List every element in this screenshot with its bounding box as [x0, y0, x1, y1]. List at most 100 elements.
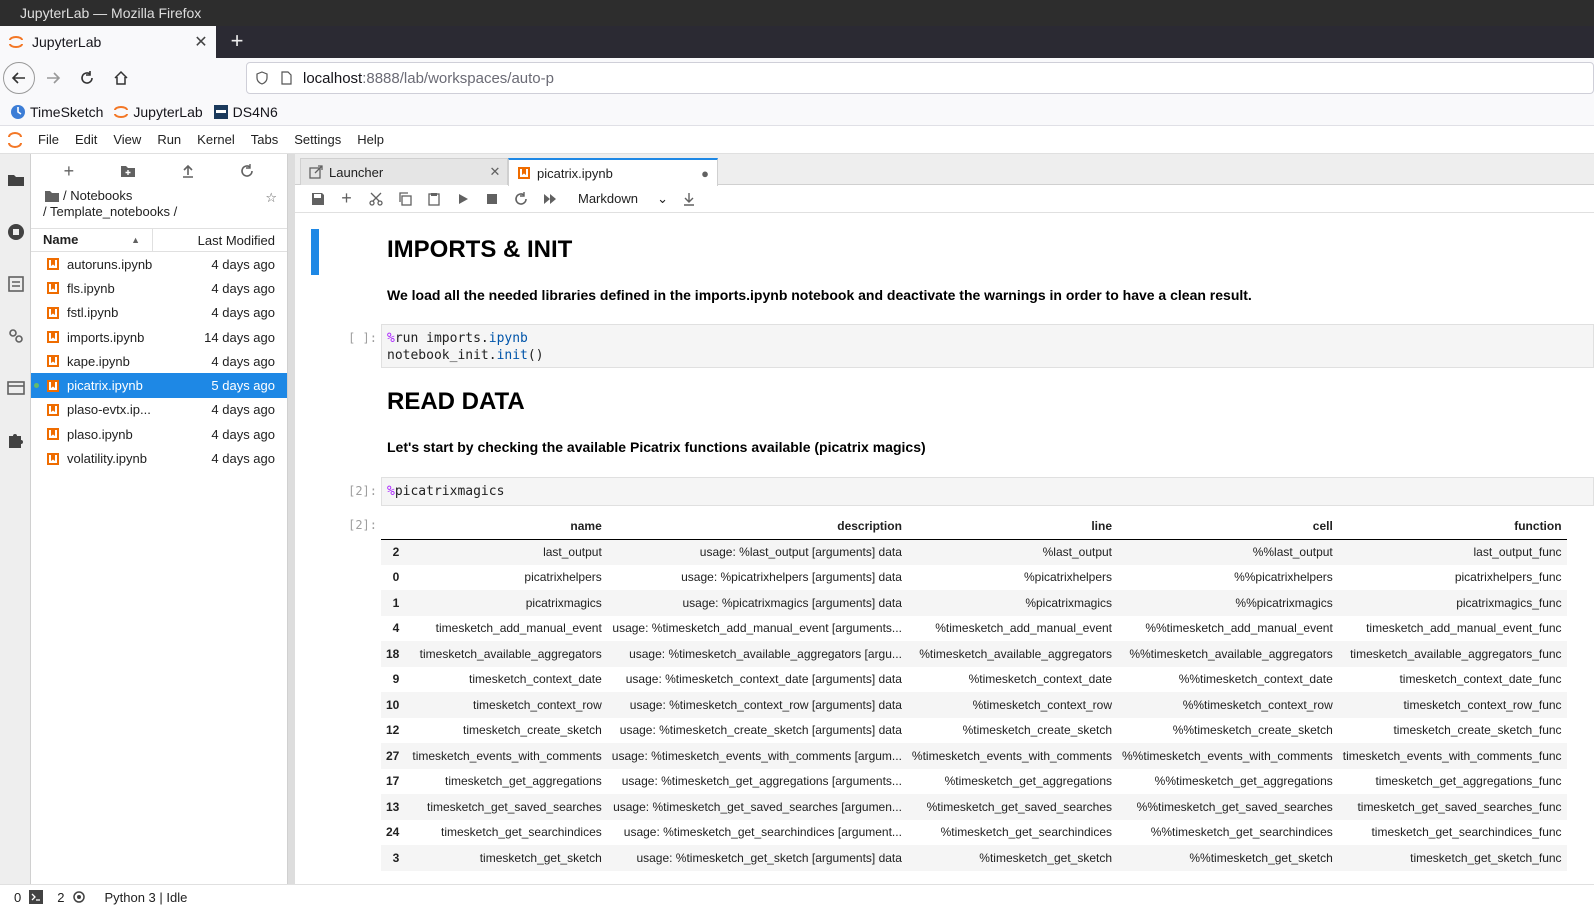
menu-help[interactable]: Help — [349, 132, 392, 147]
new-tab-button[interactable]: + — [226, 28, 248, 56]
url-bar[interactable]: localhost:8888/lab/workspaces/auto-p — [246, 62, 1594, 94]
breadcrumb-notebooks[interactable]: / Notebooks — [63, 188, 132, 204]
close-tab-icon[interactable]: ✕ — [190, 32, 212, 52]
code-token: ipynb — [488, 331, 528, 346]
terminal-icon — [29, 890, 44, 904]
table-cell: %%timesketch_create_sketch — [1172, 723, 1333, 738]
unsaved-dot-icon[interactable]: ● — [693, 166, 717, 181]
tab-launcher[interactable]: Launcher ✕ — [300, 158, 508, 185]
cell-type-dropdown[interactable]: Markdown ⌄ — [578, 191, 668, 207]
download-button[interactable] — [674, 187, 703, 211]
code-token: % — [387, 331, 395, 346]
running-sessions-icon[interactable] — [6, 222, 26, 242]
code-token: init — [496, 348, 528, 363]
bookmark-jupyterlab[interactable]: JupyterLab — [113, 104, 203, 120]
new-launcher-button[interactable]: + — [64, 161, 75, 182]
input-prompt: [ ]: — [348, 331, 377, 345]
file-modified: 4 days ago — [211, 451, 275, 467]
bookmark-timesketch[interactable]: TimeSketch — [10, 104, 103, 120]
table-cell: picatrixmagics_func — [1456, 595, 1562, 610]
code-cell-picatrixmagics[interactable]: %picatrixmagics — [381, 477, 1594, 506]
table-row: 13 timesketch_get_saved_searches usage: %t… — [381, 794, 1567, 820]
status-bar: 0 2 Python 3 | Idle — [0, 884, 1594, 922]
back-button[interactable] — [3, 62, 35, 94]
notebook-icon — [47, 403, 59, 416]
menu-tabs[interactable]: Tabs — [243, 132, 286, 147]
table-cell: %timesketch_available_aggregators — [919, 646, 1113, 661]
running-indicator-icon — [34, 383, 39, 389]
menu-kernel[interactable]: Kernel — [189, 132, 243, 147]
browser-tab-jupyterlab[interactable]: JupyterLab ✕ — [0, 26, 216, 58]
list-item[interactable]: plaso-evtx.ip... 4 days ago — [31, 398, 287, 422]
timesketch-icon — [11, 104, 25, 119]
cut-button[interactable] — [361, 187, 390, 211]
kernel-status[interactable]: Python 3 | Idle — [104, 889, 187, 905]
reload-button[interactable] — [71, 62, 103, 94]
kernels-count[interactable]: 2 — [57, 889, 86, 905]
command-palette-icon[interactable] — [6, 274, 26, 294]
notebook-toolbar: + Markdown ⌄ — [295, 185, 1594, 213]
menu-view[interactable]: View — [105, 132, 149, 147]
home-button[interactable] — [105, 62, 137, 94]
extension-puzzle-icon[interactable] — [6, 430, 26, 450]
star-icon[interactable]: ☆ — [265, 190, 277, 206]
column-name[interactable]: Name ▲ — [31, 229, 153, 251]
paste-button[interactable] — [419, 187, 448, 211]
notebook-body[interactable]: IMPORTS & INIT We load all the needed li… — [295, 213, 1594, 884]
restart-run-all-button[interactable] — [535, 187, 564, 211]
tab-picatrix[interactable]: picatrix.ipynb ● — [508, 158, 718, 186]
file-name: autoruns.ipynb — [67, 256, 153, 272]
tabs-icon[interactable] — [6, 378, 26, 398]
table-cell: usage: %timesketch_get_saved_searches [a… — [613, 799, 902, 814]
refresh-icon[interactable] — [240, 164, 254, 178]
upload-icon[interactable] — [181, 164, 195, 178]
table-cell: timesketch_available_aggregators_func — [1350, 646, 1562, 661]
list-item[interactable]: plaso.ipynb 4 days ago — [31, 422, 287, 446]
table-row: 18 timesketch_available_aggregators usage:… — [381, 641, 1567, 667]
notebook-icon — [47, 258, 59, 271]
folder-home-icon[interactable] — [45, 190, 59, 202]
cell-type-value: Markdown — [578, 191, 638, 206]
list-item[interactable]: picatrix.ipynb 5 days ago — [31, 373, 287, 398]
list-item[interactable]: fstl.ipynb 4 days ago — [31, 301, 287, 325]
close-icon[interactable]: ✕ — [483, 164, 507, 180]
property-inspector-icon[interactable] — [6, 326, 26, 346]
breadcrumb-template-notebooks[interactable]: / Template_notebooks / — [43, 204, 287, 220]
bookmark-ds4n6[interactable]: DS4N6 — [213, 104, 278, 120]
copy-button[interactable] — [390, 187, 419, 211]
file-name: fstl.ipynb — [67, 305, 119, 321]
paste-icon — [427, 192, 440, 206]
interrupt-button[interactable] — [477, 187, 506, 211]
panel-splitter[interactable] — [288, 154, 295, 884]
table-cell: %timesketch_context_row — [972, 697, 1113, 712]
folder-icon[interactable] — [6, 170, 26, 190]
menu-run[interactable]: Run — [149, 132, 189, 147]
menu-edit[interactable]: Edit — [67, 132, 105, 147]
list-item[interactable]: imports.ipynb 14 days ago — [31, 325, 287, 349]
active-cell-collapser[interactable] — [311, 229, 319, 275]
insert-cell-button[interactable]: + — [332, 187, 361, 211]
terminals-count[interactable]: 0 — [14, 889, 44, 905]
list-item[interactable]: volatility.ipynb 4 days ago — [31, 446, 287, 470]
table-cell: usage: %last_output [arguments] data — [699, 545, 902, 559]
column-last-modified[interactable]: Last Modified — [153, 233, 287, 248]
new-folder-icon[interactable] — [120, 164, 136, 178]
code-token: notebook_init. — [387, 348, 497, 363]
table-cell: timesketch_get_sketch — [479, 850, 602, 865]
list-item[interactable]: fls.ipynb 4 days ago — [31, 276, 287, 300]
table-header-index — [381, 513, 407, 539]
run-button[interactable] — [448, 187, 477, 211]
list-item[interactable]: kape.ipynb 4 days ago — [31, 349, 287, 373]
menu-file[interactable]: File — [30, 132, 67, 147]
jupyter-icon — [114, 105, 129, 118]
notebook-icon — [47, 379, 59, 392]
file-modified: 4 days ago — [211, 280, 275, 296]
notebook-icon — [47, 331, 59, 344]
table-cell: timesketch_context_date_func — [1399, 672, 1562, 687]
code-cell-imports[interactable]: %run imports.ipynb notebook_init.init() — [381, 324, 1594, 368]
forward-button[interactable] — [37, 62, 69, 94]
menu-settings[interactable]: Settings — [286, 132, 349, 147]
restart-button[interactable] — [506, 187, 535, 211]
list-item[interactable]: autoruns.ipynb 4 days ago — [31, 252, 287, 276]
save-button[interactable] — [303, 187, 332, 211]
